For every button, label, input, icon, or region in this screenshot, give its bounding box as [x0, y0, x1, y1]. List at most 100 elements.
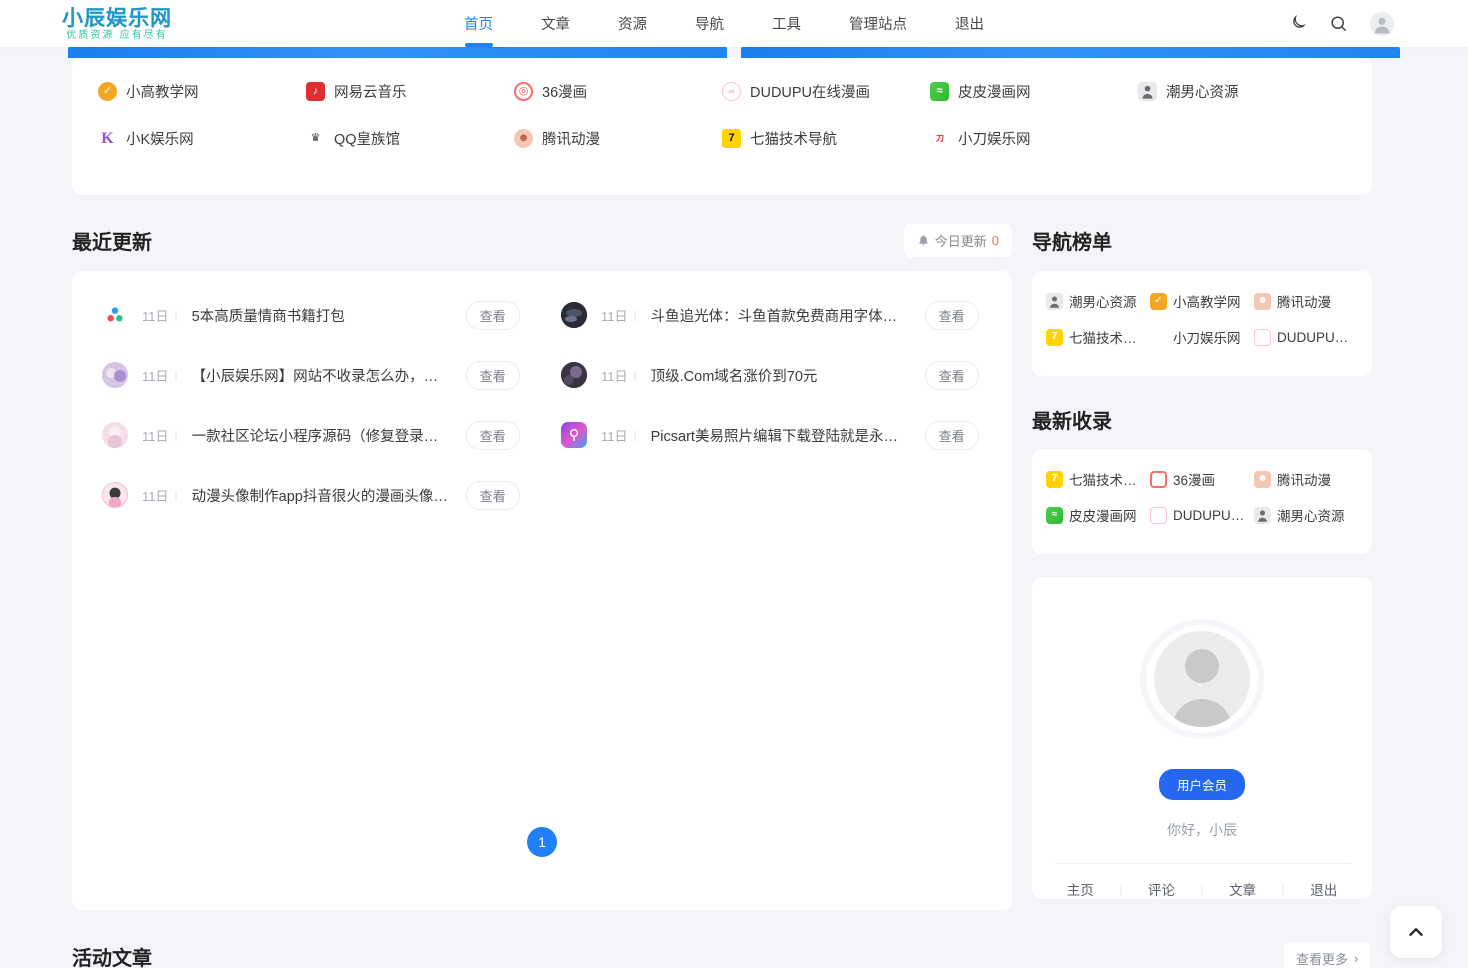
nav-item-resources[interactable]: 资源	[612, 0, 653, 47]
item-thumbnail	[561, 362, 587, 388]
main-nav: 首页 文章 资源 导航 工具 管理站点 退出	[160, 0, 1288, 47]
item-view-button[interactable]: 查看	[925, 421, 979, 450]
item-date: 11日	[142, 426, 169, 445]
nav-item-tools[interactable]: 工具	[766, 0, 807, 47]
latest-item-chaonanxin[interactable]: 潮男心资源	[1254, 505, 1358, 525]
item-title[interactable]: Picsart美易照片编辑下载登陆就是永久…	[651, 425, 911, 446]
back-to-top-button[interactable]	[1390, 906, 1442, 958]
nav-item-logout[interactable]: 退出	[949, 0, 990, 47]
recent-item[interactable]: 11日 | Picsart美易照片编辑下载登陆就是永久… 查看	[549, 405, 994, 465]
moon-icon[interactable]	[1288, 14, 1307, 33]
xiaodao-icon: 刀	[930, 129, 949, 148]
membership-badge[interactable]: 用户会员	[1159, 769, 1245, 800]
quick-link-xiaodao[interactable]: 刀 小刀娱乐网	[930, 128, 1138, 149]
user-profile-card: 用户会员 你好，小辰 主页 | 评论 | 文章 | 退出	[1032, 577, 1372, 899]
tencent-comic-icon: ☻	[514, 129, 533, 148]
item-view-button[interactable]: 查看	[466, 361, 520, 390]
recent-item[interactable]: 11日 | 5本高质量情商书籍打包 查看	[90, 285, 535, 345]
page-root: 小辰娱乐网 优质资源 应有尽有 首页 文章 资源 导航 工具 管理站点 退出	[0, 0, 1468, 968]
rank-item-label: 潮男心资源	[1069, 291, 1137, 311]
profile-link-home[interactable]: 主页	[1067, 879, 1094, 899]
chaonanxin-icon	[1138, 82, 1157, 101]
item-date: 11日	[142, 306, 169, 325]
latest-item-label: 七猫技术…	[1069, 469, 1137, 489]
nav-item-navigation[interactable]: 导航	[689, 0, 730, 47]
item-title[interactable]: 【小辰娱乐网】网站不收录怎么办，这…	[192, 365, 452, 386]
quick-link-label: 小刀娱乐网	[958, 128, 1031, 149]
quick-link-netease[interactable]: ♪ 网易云音乐	[306, 81, 514, 102]
latest-item-36manhua[interactable]: ◎ 36漫画	[1150, 469, 1254, 489]
nav-item-manage-site[interactable]: 管理站点	[843, 0, 913, 47]
item-view-button[interactable]: 查看	[925, 301, 979, 330]
dudupu-icon: ∞	[1254, 329, 1271, 346]
recent-item[interactable]: 11日 | 斗鱼追光体：斗鱼首款免费商用字体震… 查看	[549, 285, 994, 345]
item-title[interactable]: 斗鱼追光体：斗鱼首款免费商用字体震…	[651, 305, 911, 326]
quick-link-xiaok[interactable]: K 小K娱乐网	[98, 128, 306, 149]
header-avatar[interactable]	[1370, 12, 1394, 36]
item-title[interactable]: 5本高质量情商书籍打包	[192, 305, 452, 326]
profile-link-comments[interactable]: 评论	[1148, 879, 1175, 899]
item-title[interactable]: 顶级.Com域名涨价到70元	[651, 365, 911, 386]
item-view-button[interactable]: 查看	[925, 361, 979, 390]
quick-link-pipi[interactable]: ≈ 皮皮漫画网	[930, 81, 1138, 102]
today-update-badge[interactable]: 今日更新 0	[904, 224, 1012, 257]
rank-item-label: 腾讯动漫	[1277, 291, 1331, 311]
rank-item-label: DUDUPU…	[1277, 330, 1348, 345]
quick-link-xiaogao[interactable]: ✓ 小高教学网	[98, 81, 306, 102]
recent-item[interactable]: 11日 | 顶级.Com域名涨价到70元 查看	[549, 345, 994, 405]
quick-link-label: 网易云音乐	[334, 81, 407, 102]
pagination-page-1[interactable]: 1	[527, 827, 557, 857]
avatar[interactable]	[1154, 631, 1250, 727]
rank-item-chaonanxin[interactable]: 潮男心资源	[1046, 291, 1150, 311]
nav-item-home[interactable]: 首页	[458, 0, 499, 47]
latest-collect-grid: 7 七猫技术… ◎ 36漫画 ☻ 腾讯动漫 ≈ 皮皮漫画网 ∞ DUDUPU…	[1046, 469, 1358, 525]
item-title[interactable]: 一款社区论坛小程序源码（修复登录图…	[192, 425, 452, 446]
nav-item-articles[interactable]: 文章	[535, 0, 576, 47]
search-icon[interactable]	[1329, 14, 1348, 33]
latest-item-tencent-comic[interactable]: ☻ 腾讯动漫	[1254, 469, 1358, 489]
rank-item-dudupu[interactable]: ∞ DUDUPU…	[1254, 327, 1358, 347]
dudupu-icon: ∞	[722, 82, 741, 101]
bell-icon	[917, 234, 930, 247]
latest-item-label: 36漫画	[1173, 469, 1215, 489]
quick-link-empty-slot	[1138, 128, 1346, 149]
profile-divider: |	[1282, 882, 1285, 896]
recent-item[interactable]: 11日 | 【小辰娱乐网】网站不收录怎么办，这… 查看	[90, 345, 535, 405]
item-view-button[interactable]: 查看	[466, 421, 520, 450]
latest-item-dudupu[interactable]: ∞ DUDUPU…	[1150, 505, 1254, 525]
chaonanxin-icon	[1046, 293, 1063, 310]
view-more-button[interactable]: 查看更多 ›	[1284, 942, 1370, 968]
item-title[interactable]: 动漫头像制作app抖音很火的漫画头像…	[192, 485, 452, 506]
quick-link-chaonanxin[interactable]: 潮男心资源	[1138, 81, 1346, 102]
pipi-manhua-icon: ≈	[930, 82, 949, 101]
rank-item-xiaogao[interactable]: ✓ 小高教学网	[1150, 291, 1254, 311]
36manhua-icon: ◎	[514, 82, 533, 101]
recent-item[interactable]: 11日 | 一款社区论坛小程序源码（修复登录图… 查看	[90, 405, 535, 465]
item-thumbnail	[561, 302, 587, 328]
36manhua-icon: ◎	[1150, 471, 1167, 488]
today-update-count: 0	[992, 233, 999, 248]
item-view-button[interactable]: 查看	[466, 301, 520, 330]
quick-link-qq-huangzu[interactable]: ♛ QQ皇族馆	[306, 128, 514, 149]
view-more-label: 查看更多	[1296, 949, 1348, 968]
quick-link-qimao[interactable]: 7 七猫技术导航	[722, 128, 930, 149]
logo-subtitle: 优质资源 应有尽有	[66, 31, 167, 41]
item-view-button[interactable]: 查看	[466, 481, 520, 510]
quick-link-tencent-comic[interactable]: ☻ 腾讯动漫	[514, 128, 722, 149]
rank-item-xiaodao[interactable]: 刀 小刀娱乐网	[1150, 327, 1254, 347]
recent-item[interactable]: 11日 | 动漫头像制作app抖音很火的漫画头像… 查看	[90, 465, 535, 525]
latest-item-qimao[interactable]: 7 七猫技术…	[1046, 469, 1150, 489]
netease-music-icon: ♪	[306, 82, 325, 101]
chevron-right-icon: ›	[1354, 951, 1358, 966]
nav-rank-title: 导航榜单	[1032, 226, 1112, 255]
qimao-icon: 7	[722, 129, 741, 148]
item-date: 11日	[601, 426, 628, 445]
latest-item-pipi[interactable]: ≈ 皮皮漫画网	[1046, 505, 1150, 525]
profile-link-logout[interactable]: 退出	[1310, 879, 1337, 899]
quick-link-label: 小K娱乐网	[126, 128, 194, 149]
quick-link-36manhua[interactable]: ◎ 36漫画	[514, 81, 722, 102]
rank-item-tencent-comic[interactable]: ☻ 腾讯动漫	[1254, 291, 1358, 311]
rank-item-qimao[interactable]: 7 七猫技术…	[1046, 327, 1150, 347]
profile-link-articles[interactable]: 文章	[1229, 879, 1256, 899]
quick-link-dudupu[interactable]: ∞ DUDUPU在线漫画	[722, 81, 930, 102]
